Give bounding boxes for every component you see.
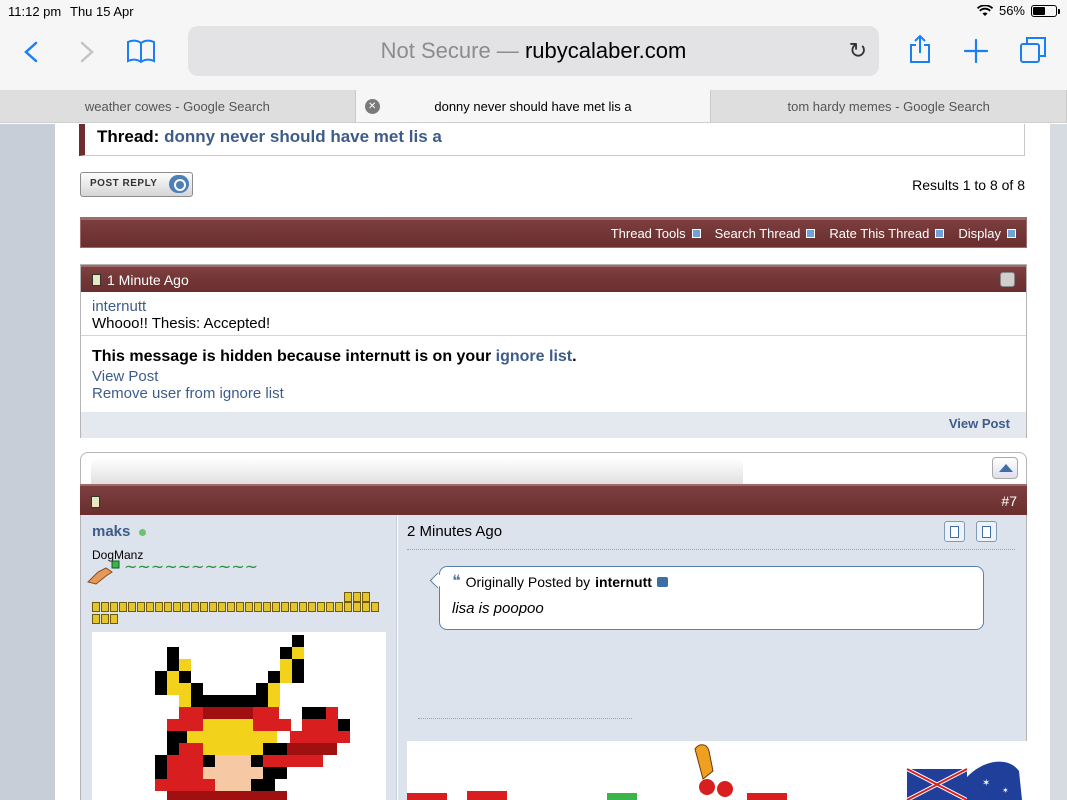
view-quoted-post-icon[interactable] xyxy=(656,577,668,587)
post-header: #7 xyxy=(80,484,1027,515)
thread-tools-bar: Thread Tools Search Thread Rate This Thr… xyxy=(80,217,1027,248)
web-page: Thread: donny never should have met lis … xyxy=(0,124,1067,800)
post-footer: View Post xyxy=(81,412,1026,438)
post-time: 1 Minute Ago xyxy=(107,272,189,288)
address-bar[interactable]: Not Secure — rubycalaber.com ↻ xyxy=(188,26,879,76)
view-post-link[interactable]: View Post xyxy=(92,368,1015,385)
multiquote-checkbox[interactable] xyxy=(1000,272,1015,287)
post-user-row: internutt Whooo!! Thesis: Accepted! xyxy=(81,292,1026,336)
thread-tools-menu[interactable]: Thread Tools xyxy=(611,226,701,241)
signature-image: ✶ ✶ xyxy=(407,741,1027,800)
forum-content: Thread: donny never should have met lis … xyxy=(55,124,1050,800)
post-doc-icon xyxy=(92,274,101,286)
status-bar: 11:12 pm Thu 15 Apr 56% xyxy=(0,0,1067,24)
bookmarks-icon[interactable] xyxy=(126,38,156,64)
close-tab-icon[interactable]: ✕ xyxy=(364,99,380,114)
tab-title: donny never should have met lis a xyxy=(434,99,632,114)
post-body: 2 Minutes Ago ❝ Originally Posted by int… xyxy=(398,515,1027,800)
user-info-panel: maks DogManz ~~~~~~~~~~ xyxy=(80,515,397,800)
dropdown-icon xyxy=(1007,229,1016,238)
divider xyxy=(407,549,1015,550)
battery-icon xyxy=(1031,4,1060,17)
browser-toolbar: Not Secure — rubycalaber.com ↻ xyxy=(0,24,1067,90)
status-date: Thu 15 Apr xyxy=(70,4,134,19)
post-time: 2 Minutes Ago xyxy=(407,523,503,540)
status-time: 11:12 pm xyxy=(8,4,62,19)
footer-view-post-link[interactable]: View Post xyxy=(949,416,1010,431)
not-secure-label: Not Secure — xyxy=(380,38,519,63)
post-username[interactable]: internutt xyxy=(92,298,1015,315)
share-icon[interactable] xyxy=(908,34,932,64)
menu-label: Display xyxy=(958,226,1001,241)
tabs-overview-icon[interactable] xyxy=(1019,36,1047,64)
quote-block: ❝ Originally Posted by internutt lisa is… xyxy=(439,566,984,630)
search-thread-menu[interactable]: Search Thread xyxy=(715,226,816,241)
back-icon[interactable] xyxy=(22,40,40,64)
reload-icon[interactable]: ↻ xyxy=(849,26,867,76)
hidden-text: This message is hidden because internutt… xyxy=(92,348,492,365)
remove-ignore-link[interactable]: Remove user from ignore list xyxy=(92,385,1015,402)
quote-mark-icon: ❝ xyxy=(452,573,461,590)
online-status-icon xyxy=(139,529,146,536)
dropdown-icon xyxy=(806,229,816,238)
page-margin xyxy=(0,124,55,800)
ignore-list-link[interactable]: ignore list xyxy=(496,348,572,365)
menu-label: Thread Tools xyxy=(610,226,686,241)
thread-title-bar: Thread: donny never should have met lis … xyxy=(79,124,1025,156)
display-menu[interactable]: Display xyxy=(958,226,1016,241)
post-username[interactable]: maks xyxy=(92,523,130,540)
forward-icon[interactable] xyxy=(78,40,96,64)
quote-icon[interactable] xyxy=(944,521,965,542)
tab-thread[interactable]: ✕ donny never should have met lis a xyxy=(355,90,712,122)
avatar xyxy=(92,632,386,800)
multiquote-icon[interactable] xyxy=(976,521,997,542)
reputation-icon: ~~~~~~~~~~ xyxy=(87,557,258,585)
quote-label: Originally Posted by xyxy=(465,574,591,590)
post-header: 1 Minute Ago xyxy=(81,265,1026,292)
dropdown-icon xyxy=(691,229,701,238)
hidden-post: 1 Minute Ago internutt Whooo!! Thesis: A… xyxy=(80,264,1027,438)
thread-label: Thread: xyxy=(97,127,160,146)
wifi-icon xyxy=(976,4,993,16)
post-doc-icon xyxy=(91,496,100,508)
post-reply-button[interactable]: POST REPLY xyxy=(80,172,193,197)
signature-banner: ✶ ✶ xyxy=(407,744,1022,800)
post-reply-label: POST REPLY xyxy=(90,178,158,189)
hidden-message: This message is hidden because internutt… xyxy=(81,336,1026,412)
quote-author[interactable]: internutt xyxy=(595,574,652,590)
tab-title: tom hardy memes - Google Search xyxy=(787,99,990,114)
thread-title-link[interactable]: donny never should have met lis a xyxy=(164,127,442,146)
menu-label: Rate This Thread xyxy=(829,226,930,241)
tab-title: weather cowes - Google Search xyxy=(84,99,270,114)
post-reply-icon xyxy=(169,175,189,193)
svg-text:✶: ✶ xyxy=(1002,786,1009,795)
status-right: 56% xyxy=(976,3,1060,18)
reputation-row: ~~~~~~~~~~ xyxy=(84,557,334,593)
url-domain: rubycalaber.com xyxy=(524,38,687,63)
post-number[interactable]: #7 xyxy=(1001,493,1017,509)
pixel-art-avatar xyxy=(155,635,350,800)
hidden-suffix: . xyxy=(572,348,577,365)
menu-label: Search Thread xyxy=(714,226,801,241)
battery-percent: 56% xyxy=(998,3,1025,18)
reputation-bar xyxy=(92,602,382,626)
results-count: Results 1 to 8 of 8 xyxy=(912,177,1025,193)
svg-text:✶: ✶ xyxy=(982,778,990,789)
rate-thread-menu[interactable]: Rate This Thread xyxy=(829,226,945,241)
tab-tom-hardy[interactable]: tom hardy memes - Google Search xyxy=(711,90,1067,122)
tab-bar: weather cowes - Google Search ✕ donny ne… xyxy=(0,90,1067,123)
new-tab-icon[interactable] xyxy=(963,38,989,64)
tab-weather[interactable]: weather cowes - Google Search xyxy=(0,90,356,122)
post-user-title: Whooo!! Thesis: Accepted! xyxy=(92,315,271,332)
dropdown-icon xyxy=(935,229,945,238)
quote-text: lisa is poopoo xyxy=(452,600,544,617)
signature-divider xyxy=(418,718,632,719)
scroll-up-icon[interactable] xyxy=(992,457,1018,479)
rep-glyphs: ~~~~~~~~~~ xyxy=(124,558,258,576)
